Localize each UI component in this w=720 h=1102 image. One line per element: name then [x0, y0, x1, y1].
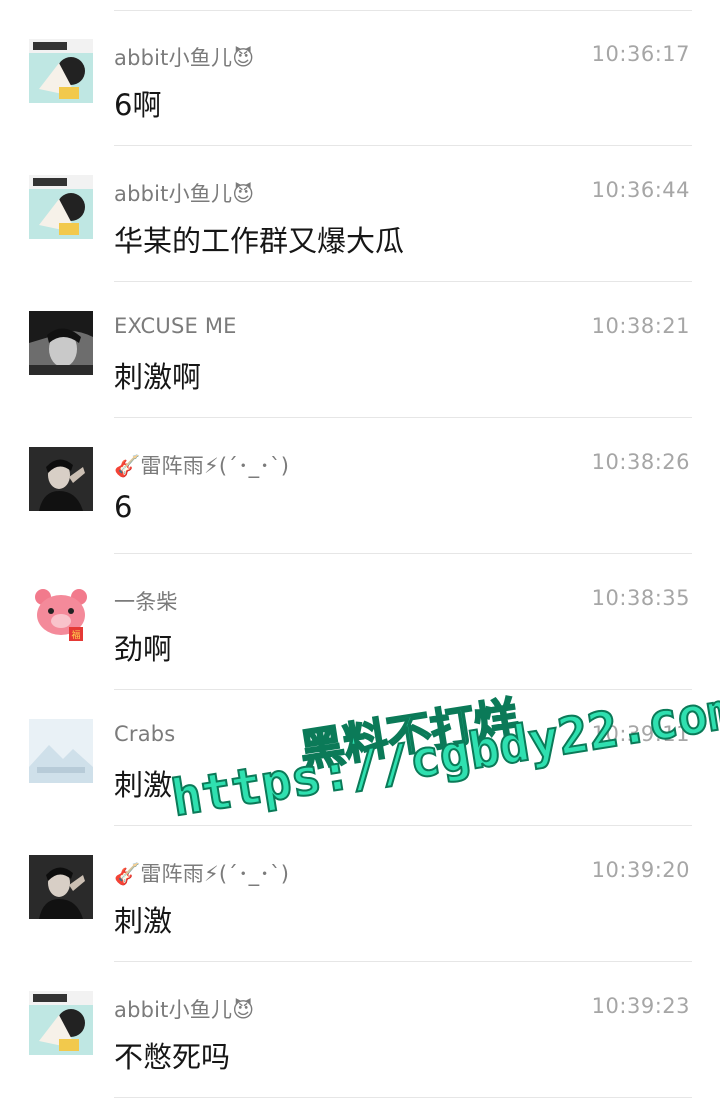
- message-text: 华某的工作群又爆大瓜: [114, 224, 405, 258]
- girl-car-avatar[interactable]: [29, 175, 93, 239]
- message-time: 10:38:21: [591, 314, 690, 338]
- message-row[interactable]: EXCUSE ME 10:38:21 刺激啊: [0, 282, 720, 418]
- message-time: 10:36:44: [591, 178, 690, 202]
- message-row[interactable]: 🎸雷阵雨⚡(´･_･`) 10:38:26 6: [0, 418, 720, 554]
- message-text: 6啊: [114, 88, 162, 122]
- message-text: 刺激: [114, 768, 173, 802]
- message-time: 10:39:23: [591, 994, 690, 1018]
- sender-name: abbit小鱼儿😈: [114, 46, 255, 70]
- message-row[interactable]: abbit小鱼儿😈 10:36:44 华某的工作群又爆大瓜: [0, 146, 720, 282]
- divider: [114, 1097, 692, 1098]
- sender-name: 一条柴: [114, 590, 178, 614]
- message-time: 10:36:17: [591, 42, 690, 66]
- message-time: 10:39:20: [591, 858, 690, 882]
- girl-car-avatar[interactable]: [29, 991, 93, 1055]
- message-row[interactable]: abbit小鱼儿😈 10:36:17 6啊: [0, 10, 720, 146]
- message-text: 不憋死吗: [114, 1040, 231, 1074]
- message-time: 10:38:26: [591, 450, 690, 474]
- message-row[interactable]: abbit小鱼儿😈 10:39:23 不憋死吗: [0, 962, 720, 1098]
- sender-name: Crabs: [114, 722, 176, 746]
- sender-name: EXCUSE ME: [114, 314, 237, 338]
- message-time: 10:38:35: [591, 586, 690, 610]
- landscape-placeholder-avatar[interactable]: [29, 719, 93, 783]
- message-text: 劲啊: [114, 632, 173, 666]
- sender-name: 🎸雷阵雨⚡(´･_･`): [114, 454, 290, 478]
- message-row[interactable]: 福 一条柴 10:38:35 劲啊: [0, 554, 720, 690]
- man-portrait-avatar[interactable]: [29, 855, 93, 919]
- sender-name: 🎸雷阵雨⚡(´･_･`): [114, 862, 290, 886]
- message-text: 刺激啊: [114, 360, 202, 394]
- svg-text:福: 福: [71, 629, 80, 641]
- sender-name: abbit小鱼儿😈: [114, 182, 255, 206]
- girl-car-avatar[interactable]: [29, 39, 93, 103]
- message-text: 刺激: [114, 904, 173, 938]
- pink-bear-avatar[interactable]: 福: [29, 583, 93, 647]
- message-text: 6: [114, 490, 133, 524]
- message-row[interactable]: 🎸雷阵雨⚡(´･_･`) 10:39:20 刺激: [0, 826, 720, 962]
- dark-hair-boy-avatar[interactable]: [29, 311, 93, 375]
- sender-name: abbit小鱼儿😈: [114, 998, 255, 1022]
- man-portrait-avatar[interactable]: [29, 447, 93, 511]
